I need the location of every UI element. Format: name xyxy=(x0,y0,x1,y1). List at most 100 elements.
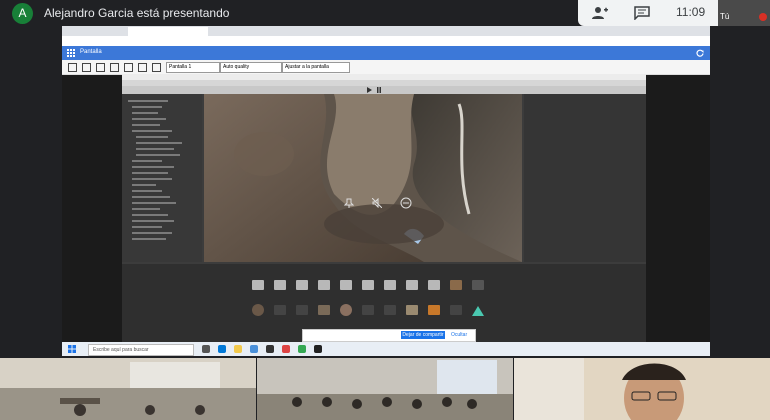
hierarchy-item[interactable] xyxy=(132,106,162,108)
chrome-icon[interactable] xyxy=(298,345,306,353)
edge-icon[interactable] xyxy=(218,345,226,353)
mail-icon[interactable] xyxy=(250,345,258,353)
hierarchy-item[interactable] xyxy=(132,172,168,174)
pin-icon[interactable] xyxy=(344,198,354,208)
texture-asset[interactable] xyxy=(318,305,330,315)
hide-button[interactable]: Ocultar xyxy=(451,332,467,338)
folder-asset[interactable] xyxy=(428,280,440,290)
cave-scene-image xyxy=(204,94,522,262)
keyboard-icon[interactable] xyxy=(110,63,119,72)
unity-toolbar xyxy=(122,86,646,94)
mic-off-icon xyxy=(759,13,767,21)
classroom-video xyxy=(257,358,513,420)
hierarchy-item[interactable] xyxy=(132,166,174,168)
hierarchy-item[interactable] xyxy=(132,208,160,210)
fit-select[interactable]: Ajustar a la pantalla xyxy=(282,62,350,73)
self-label: Tú xyxy=(720,12,730,21)
participant-tile[interactable] xyxy=(257,358,513,420)
hierarchy-item[interactable] xyxy=(136,136,168,138)
hierarchy-item[interactable] xyxy=(132,226,162,228)
participant-tile[interactable] xyxy=(0,358,256,420)
brush-asset[interactable] xyxy=(274,305,286,315)
hierarchy-item[interactable] xyxy=(132,202,176,204)
presenter-avatar: A xyxy=(12,3,33,24)
hierarchy-item[interactable] xyxy=(128,100,168,102)
hierarchy-item[interactable] xyxy=(132,190,162,192)
browser-tab-active[interactable] xyxy=(128,27,208,36)
store-icon[interactable] xyxy=(266,345,274,353)
app-icon[interactable] xyxy=(282,345,290,353)
browser-tab[interactable] xyxy=(276,27,356,36)
inspector-panel[interactable] xyxy=(524,94,646,262)
material-asset[interactable] xyxy=(252,304,264,316)
stop-sharing-icon[interactable] xyxy=(400,197,412,209)
hierarchy-item[interactable] xyxy=(132,214,168,216)
hierarchy-item[interactable] xyxy=(132,118,166,120)
hierarchy-item[interactable] xyxy=(132,130,172,132)
hand-icon[interactable] xyxy=(138,63,147,72)
hierarchy-item[interactable] xyxy=(132,238,166,240)
hierarchy-item[interactable] xyxy=(132,232,172,234)
brush-asset[interactable] xyxy=(362,305,374,315)
browser-address-bar[interactable] xyxy=(62,36,710,46)
hierarchy-item[interactable] xyxy=(136,148,174,150)
hierarchy-item[interactable] xyxy=(132,220,174,222)
task-view-icon[interactable] xyxy=(202,345,210,353)
texture-asset[interactable] xyxy=(428,305,440,315)
apps-grid-icon[interactable] xyxy=(67,49,75,57)
unity-icon[interactable] xyxy=(314,345,322,353)
meet-controls-panel: 11:09 xyxy=(578,0,718,26)
self-video-tile[interactable]: Tú xyxy=(718,0,770,26)
fit-icon[interactable] xyxy=(82,63,91,72)
file-explorer-icon[interactable] xyxy=(234,345,242,353)
windows-search-input[interactable]: Escribe aquí para buscar xyxy=(88,344,194,356)
folder-asset[interactable] xyxy=(252,280,264,290)
hierarchy-item[interactable] xyxy=(132,112,158,114)
folder-asset[interactable] xyxy=(296,280,308,290)
texture-asset[interactable] xyxy=(406,305,418,315)
folder-asset[interactable] xyxy=(274,280,286,290)
windows-start-icon[interactable] xyxy=(68,345,76,353)
hierarchy-item[interactable] xyxy=(132,124,160,126)
texture-asset[interactable] xyxy=(450,280,462,290)
folder-asset[interactable] xyxy=(406,280,418,290)
brush-asset[interactable] xyxy=(472,280,484,290)
monitor-icon[interactable] xyxy=(152,63,161,72)
refresh-icon[interactable] xyxy=(696,49,704,57)
hierarchy-item[interactable] xyxy=(136,142,182,144)
folder-asset[interactable] xyxy=(384,280,396,290)
hierarchy-item[interactable] xyxy=(132,184,156,186)
scene-view[interactable] xyxy=(204,94,522,262)
folder-asset[interactable] xyxy=(318,280,330,290)
folder-asset[interactable] xyxy=(362,280,374,290)
quality-select[interactable]: Auto quality xyxy=(220,62,282,73)
sharing-notification: Dejar de compartir Ocultar xyxy=(302,329,476,342)
brush-asset[interactable] xyxy=(296,305,308,315)
clipboard-icon[interactable] xyxy=(124,63,133,72)
participant-tile[interactable] xyxy=(514,358,770,420)
hierarchy-item[interactable] xyxy=(132,160,162,162)
browser-tab[interactable] xyxy=(66,27,134,36)
hierarchy-item[interactable] xyxy=(132,178,172,180)
browser-tab[interactable] xyxy=(202,27,282,36)
stop-sharing-button[interactable]: Dejar de compartir xyxy=(401,331,445,339)
fullscreen-icon[interactable] xyxy=(68,63,77,72)
meeting-clock: 11:09 xyxy=(676,5,706,19)
viewer-toolbar: Pantalla 1 Auto quality Ajustar a la pan… xyxy=(62,60,710,75)
hierarchy-item[interactable] xyxy=(136,154,180,156)
mute-icon[interactable] xyxy=(372,198,382,208)
screen-select[interactable]: Pantalla 1 xyxy=(166,62,220,73)
play-icon[interactable] xyxy=(366,87,372,93)
hierarchy-item[interactable] xyxy=(132,196,170,198)
brush-asset[interactable] xyxy=(450,305,462,315)
chat-icon[interactable] xyxy=(634,6,650,20)
pause-icon[interactable] xyxy=(376,87,382,93)
folder-asset[interactable] xyxy=(340,280,352,290)
terrain-asset-icon[interactable] xyxy=(472,304,484,316)
hierarchy-panel[interactable] xyxy=(122,94,202,262)
people-icon[interactable] xyxy=(592,6,608,20)
participant-video xyxy=(514,358,770,420)
window-icon[interactable] xyxy=(96,63,105,72)
brush-asset[interactable] xyxy=(384,305,396,315)
material-asset[interactable] xyxy=(340,304,352,316)
